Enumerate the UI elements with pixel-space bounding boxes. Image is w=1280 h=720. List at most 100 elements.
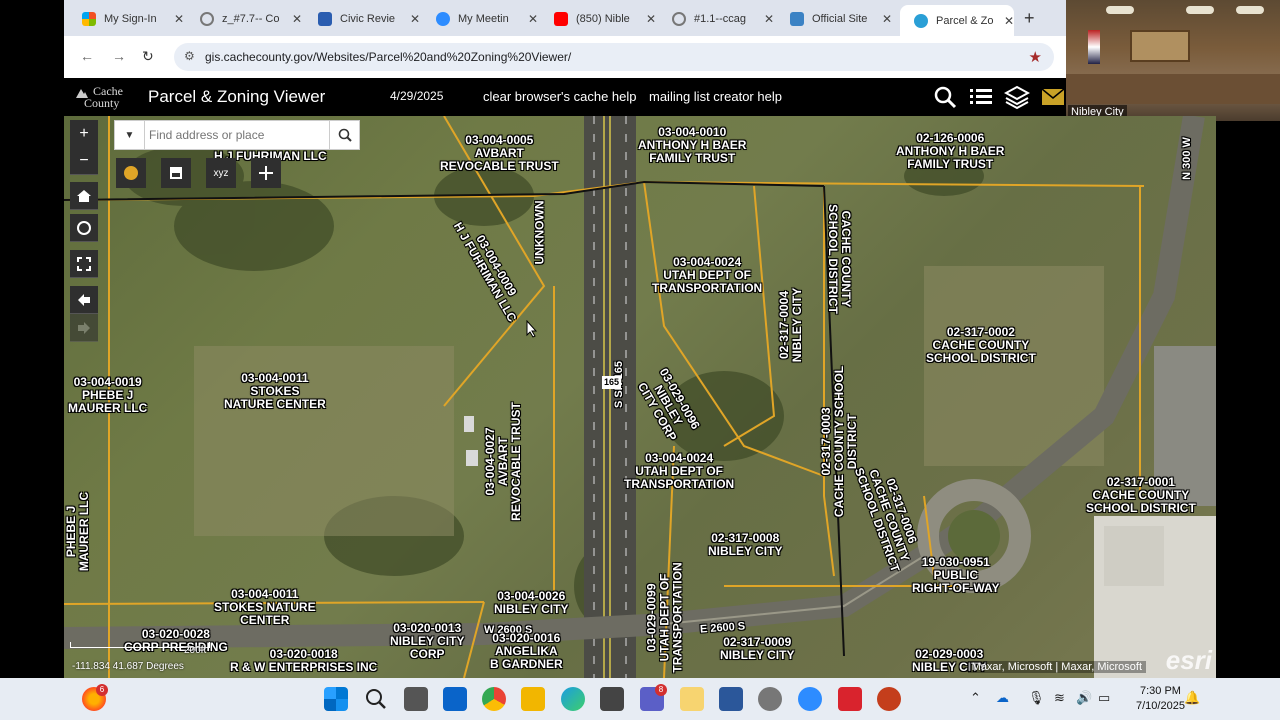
next-extent-button[interactable] xyxy=(70,314,98,342)
zoom-out-button[interactable]: − xyxy=(70,147,98,175)
previous-extent-button[interactable] xyxy=(70,286,98,314)
parcel-label[interactable]: 02-317-0001 CACHE COUNTY SCHOOL DISTRICT xyxy=(1086,476,1196,515)
draw-icon xyxy=(259,166,273,180)
mailing-list-help-link[interactable]: mailing list creator help xyxy=(649,89,782,104)
zoom-in-button[interactable]: + xyxy=(70,120,98,148)
parcel-label[interactable]: 03-004-0005 AVBART REVOCABLE TRUST xyxy=(440,134,559,173)
search-input[interactable] xyxy=(149,126,325,144)
layers-icon[interactable] xyxy=(1004,84,1030,110)
tab-civic-review[interactable]: Civic Revie ✕ xyxy=(304,5,422,32)
notepad-icon[interactable] xyxy=(680,687,704,711)
close-icon[interactable]: ✕ xyxy=(764,12,774,26)
acrobat-icon[interactable] xyxy=(838,687,862,711)
close-icon[interactable]: ✕ xyxy=(882,12,892,26)
close-icon[interactable]: ✕ xyxy=(1004,14,1014,28)
microphone-icon[interactable]: 🎙 xyxy=(1028,690,1045,706)
chevron-up-icon[interactable]: ⌃ xyxy=(970,690,981,706)
globe-icon xyxy=(200,11,214,26)
parcel-label[interactable]: UNKNOWN xyxy=(533,201,547,265)
locate-button[interactable] xyxy=(70,214,98,242)
home-button[interactable] xyxy=(70,182,98,210)
close-icon[interactable]: ✕ xyxy=(410,12,420,26)
search-icon[interactable] xyxy=(364,687,388,711)
parcel-label[interactable]: 03-004-0026 NIBLEY CITY xyxy=(494,590,568,616)
volume-icon[interactable]: 🔊 xyxy=(1076,690,1092,706)
tab-official-site[interactable]: Official Site ✕ xyxy=(776,5,894,32)
wifi-icon[interactable]: ≋ xyxy=(1054,690,1065,706)
snipping-tool-icon[interactable] xyxy=(600,687,624,711)
parcel-label[interactable]: 03-004-0027 AVBART REVOCABLE TRUST xyxy=(483,402,523,521)
list-icon[interactable] xyxy=(968,84,994,110)
battery-icon[interactable]: ▭ xyxy=(1098,690,1110,706)
close-icon[interactable]: ✕ xyxy=(174,12,184,26)
parcel-label[interactable]: 03-020-0013 NIBLEY CITY CORP xyxy=(390,622,464,661)
mail-icon[interactable] xyxy=(1040,84,1066,110)
tab-parcel-zoning[interactable]: Parcel & Zo ✕ xyxy=(900,5,1014,36)
parcel-label[interactable]: 03-020-0028 CORP PRESIDING xyxy=(124,628,228,654)
back-icon[interactable]: ← xyxy=(80,48,94,64)
reload-icon[interactable]: ↻ xyxy=(142,48,154,65)
word-icon[interactable] xyxy=(719,687,743,711)
draw-tool-button[interactable] xyxy=(251,158,281,188)
url-text[interactable]: gis.cachecounty.gov/Websites/Parcel%20an… xyxy=(205,50,571,64)
parcel-label[interactable]: 02-126-0006 ANTHONY H BAER FAMILY TRUST xyxy=(896,132,1004,171)
search-button[interactable] xyxy=(329,121,359,149)
parcel-label[interactable]: 03-020-0018 R & W ENTERPRISES INC xyxy=(230,648,377,674)
parcel-label[interactable]: 03-004-0024 UTAH DEPT OF TRANSPORTATION xyxy=(652,256,762,295)
edge-icon[interactable] xyxy=(561,687,585,711)
new-tab-button[interactable]: + xyxy=(1024,8,1035,29)
site-info-icon[interactable]: ⚙ xyxy=(184,49,195,63)
forward-icon[interactable]: → xyxy=(112,48,126,64)
parcel-label[interactable]: 03-004-0011 STOKES NATURE CENTER xyxy=(224,372,326,411)
parcel-label[interactable]: 03-004-0011 STOKES NATURE CENTER xyxy=(214,588,316,627)
parcel-label[interactable]: 02-317-0002 CACHE COUNTY SCHOOL DISTRICT xyxy=(926,326,1036,365)
map-view[interactable]: S SR 165 E 2600 S W 2600 S N 300 W 165 0… xyxy=(64,116,1216,678)
parcel-label[interactable]: 03-004-0024 UTAH DEPT OF TRANSPORTATION xyxy=(624,452,734,491)
tab-youtube[interactable]: (850) Nible ✕ xyxy=(540,5,658,32)
fullscreen-button[interactable] xyxy=(70,250,98,278)
site-icon xyxy=(790,11,804,26)
ceiling-light xyxy=(1236,6,1264,14)
close-icon[interactable]: ✕ xyxy=(292,12,302,26)
powerpoint-icon[interactable] xyxy=(877,687,901,711)
cache-help-link[interactable]: clear browser's cache help xyxy=(483,89,637,104)
scale-label: 200ft xyxy=(184,645,207,656)
parcel-label[interactable]: 03-020-0016 ANGELIKA B GARDNER xyxy=(490,632,563,671)
onedrive-icon[interactable]: ☁ xyxy=(996,690,1009,706)
address-bar[interactable]: ⚙ gis.cachecounty.gov/Websites/Parcel%20… xyxy=(174,43,1054,71)
outlook-icon[interactable] xyxy=(443,687,467,711)
globe-icon xyxy=(672,11,686,26)
parcel-label[interactable]: CACHE COUNTY SCHOOL DISTRICT xyxy=(826,204,853,314)
tab-zoom-meetings[interactable]: My Meetin ✕ xyxy=(422,5,540,32)
close-icon[interactable]: ✕ xyxy=(646,12,656,26)
parcel-label[interactable]: 19-030-0951 PUBLIC RIGHT-OF-WAY xyxy=(912,556,1000,595)
start-windows-icon[interactable] xyxy=(324,687,348,711)
search-icon[interactable] xyxy=(932,84,958,110)
parcel-label[interactable]: 02-317-0008 NIBLEY CITY xyxy=(708,532,782,558)
parcel-label[interactable]: 03-029-0099 UTAH DEPT OF TRANSPORTATION xyxy=(645,562,685,672)
close-icon[interactable]: ✕ xyxy=(528,12,538,26)
map-attribution: Maxar, Microsoft | Maxar, Microsoft xyxy=(967,661,1146,673)
search-source-dropdown[interactable]: ▼ xyxy=(115,121,145,149)
bookmark-star-icon[interactable]: ★ xyxy=(1029,48,1042,66)
task-view-icon[interactable] xyxy=(404,687,428,711)
parcel-label[interactable]: 02-317-0009 NIBLEY CITY xyxy=(720,636,794,662)
coordinate-tool-button[interactable]: xyz xyxy=(206,158,236,188)
notification-bell-icon[interactable]: 🔔 xyxy=(1184,690,1200,706)
print-tool-button[interactable] xyxy=(161,158,191,188)
arrow-left-icon xyxy=(78,293,90,306)
measure-tool-button[interactable] xyxy=(116,158,146,188)
parcel-label[interactable]: 02-317-0003 CACHE COUNTY SCHOOL DISTRICT xyxy=(819,366,859,517)
parcel-label[interactable]: 03-004-0015PHEBE JMAURER LLC xyxy=(64,492,91,571)
tab-ccag[interactable]: #1.1--ccag ✕ xyxy=(658,5,776,32)
parcel-label[interactable]: 03-004-0010 ANTHONY H BAER FAMILY TRUST xyxy=(638,126,746,165)
zoom-icon[interactable] xyxy=(798,687,822,711)
chrome-icon[interactable] xyxy=(482,687,506,711)
file-explorer-icon[interactable] xyxy=(521,687,545,711)
tab-agenda-item[interactable]: z_#7.7-- Co ✕ xyxy=(186,5,304,32)
parcel-label[interactable]: 03-004-0019 PHEBE J MAURER LLC xyxy=(68,376,147,415)
system-clock[interactable]: 7:30 PM 7/10/2025 xyxy=(1136,684,1185,714)
tab-sign-in[interactable]: My Sign-In ✕ xyxy=(68,5,186,32)
settings-icon[interactable] xyxy=(758,687,782,711)
parcel-label[interactable]: 02-317-0004 NIBLEY CITY xyxy=(777,288,804,362)
